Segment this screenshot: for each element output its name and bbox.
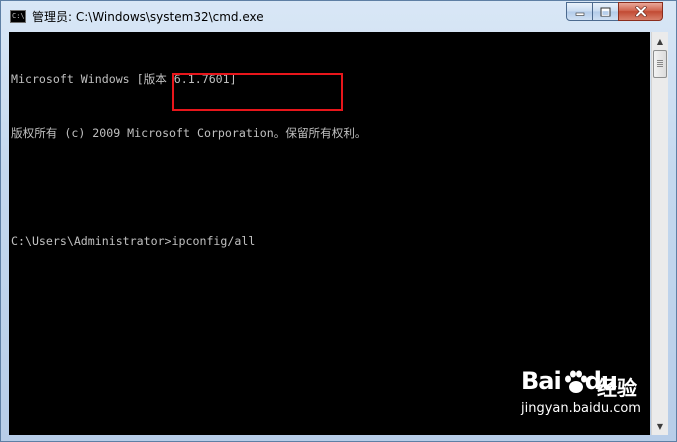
window-title: 管理员: C:\Windows\system32\cmd.exe [32, 10, 264, 24]
command-highlight-box [172, 73, 343, 111]
close-icon [634, 6, 647, 17]
close-button[interactable] [618, 2, 663, 21]
grip-icon [657, 60, 663, 68]
jingyan-label: 经验 [597, 376, 637, 400]
scroll-up-arrow-icon[interactable]: ▲ [653, 33, 667, 49]
console-output: Microsoft Windows [版本 6.1.7601] 版权所有 (c)… [11, 34, 651, 286]
watermark-url: jingyan.baidu.com [521, 401, 641, 416]
minimize-icon [575, 12, 584, 16]
title-bar[interactable]: C:\ 管理员: C:\Windows\system32\cmd.exe [1, 1, 676, 33]
cmd-window: C:\ 管理员: C:\Windows\system32\cmd.exe Mic… [0, 0, 677, 442]
paw-icon [565, 370, 587, 393]
maximize-button[interactable] [592, 2, 619, 21]
cmd-icon[interactable]: C:\ [10, 10, 26, 23]
baidu-jingyan-watermark: Bai du 经验 jingyan.baidu.com [521, 367, 651, 437]
scroll-down-arrow-icon[interactable]: ▼ [653, 418, 667, 434]
minimize-button[interactable] [566, 2, 593, 21]
console-line: 版权所有 (c) 2009 Microsoft Corporation。保留所有… [11, 126, 367, 140]
maximize-icon [600, 7, 611, 16]
scroll-thumb[interactable] [653, 50, 667, 78]
command-prompt-line[interactable]: C:\Users\Administrator>ipconfig/all [11, 232, 651, 250]
brand-prefix: Bai [521, 367, 562, 395]
vertical-scrollbar[interactable]: ▲ ▼ [651, 32, 668, 435]
